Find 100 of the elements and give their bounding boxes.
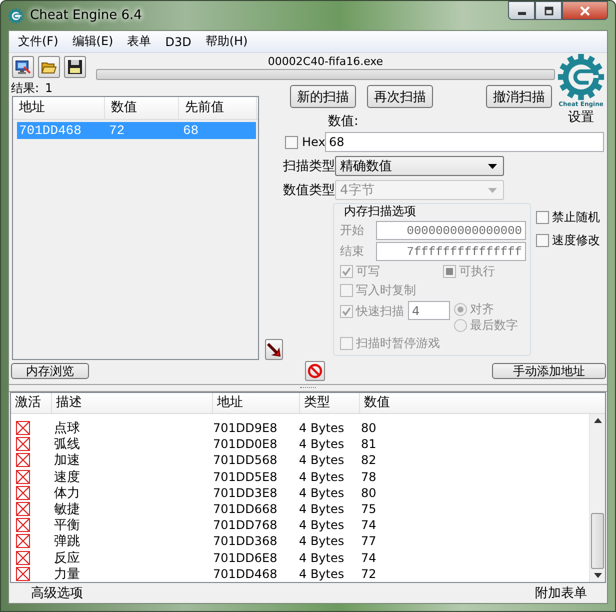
- start-label: 开始: [340, 222, 365, 239]
- active-checkbox[interactable]: [16, 502, 30, 516]
- close-button[interactable]: [562, 1, 608, 20]
- splitter-grip[interactable]: [300, 386, 316, 390]
- checkbox[interactable]: [536, 211, 549, 224]
- table-extras-link[interactable]: 附加表单: [535, 584, 587, 602]
- hex-label: Hex: [302, 135, 326, 149]
- table-cell-text: 点球: [53, 420, 81, 437]
- table-cell-text: 4 Bytes: [298, 437, 346, 452]
- value-label: 数值:: [328, 114, 358, 130]
- table-cell-text: 体力: [53, 484, 81, 502]
- next-scan-button[interactable]: 再次扫描: [367, 85, 433, 108]
- checkbox-label: 可执行: [459, 263, 495, 280]
- scrollbar[interactable]: [589, 414, 605, 582]
- process-button[interactable]: [12, 56, 34, 78]
- maximize-icon: [544, 6, 554, 16]
- group-title: 内存扫描选项: [342, 204, 418, 219]
- settings-link[interactable]: 设置: [566, 110, 596, 126]
- menu-item[interactable]: 帮助(H): [198, 33, 255, 50]
- column-header[interactable]: 先前值: [179, 97, 257, 119]
- table-cell-text: 701DD668: [212, 502, 278, 516]
- table-cell-text: 4 Bytes: [298, 534, 346, 548]
- table-cell-text: 力量: [53, 566, 81, 583]
- scrollbar-thumb[interactable]: [591, 513, 604, 569]
- active-checkbox[interactable]: [16, 470, 30, 484]
- table-cell-text: 74: [360, 550, 378, 565]
- table-cell-text: 701DD468: [212, 566, 278, 581]
- checkbox-label: 禁止随机: [552, 209, 600, 226]
- table-cell-text: 4 Bytes: [298, 550, 346, 565]
- table-cell-text: 72: [360, 566, 378, 581]
- scan-type-label: 扫描类型: [283, 158, 333, 175]
- table-cell-text: 弹跳: [53, 533, 81, 550]
- end-label: 结束: [340, 243, 365, 260]
- stop-button[interactable]: [305, 361, 325, 381]
- column-header[interactable]: 描述: [52, 393, 213, 413]
- table-cell-text: 4 Bytes: [298, 421, 346, 436]
- checkbox[interactable]: [536, 234, 549, 247]
- radio-label: 对齐: [470, 300, 494, 318]
- table-cell-text: 速度: [53, 468, 81, 486]
- checkbox-label: 可写: [356, 263, 380, 280]
- gear-logo-icon[interactable]: [557, 53, 605, 101]
- computer-icon: [15, 59, 31, 75]
- open-button[interactable]: [38, 56, 60, 78]
- active-checkbox[interactable]: [16, 453, 30, 468]
- no-entry-icon: [307, 363, 323, 379]
- table-cell-text: 4 Bytes: [298, 486, 346, 500]
- table-cell-text: 81: [360, 437, 378, 452]
- menu-item[interactable]: 文件(F): [11, 33, 66, 50]
- table-cell-text: 75: [360, 502, 378, 516]
- menu-item[interactable]: 编辑(E): [65, 33, 120, 50]
- table-cell-text: 701DD0E8: [212, 437, 278, 452]
- results-count: 1: [45, 81, 53, 96]
- active-checkbox[interactable]: [16, 421, 30, 436]
- checkbox[interactable]: [285, 136, 298, 148]
- table-cell-text: 701DD368: [212, 534, 278, 548]
- table-cell-text: 反应: [53, 550, 81, 567]
- column-header[interactable]: 地址: [13, 97, 105, 119]
- table-cell-text: 80: [360, 486, 378, 500]
- menu-item[interactable]: D3D: [158, 34, 198, 48]
- active-checkbox[interactable]: [16, 550, 30, 565]
- memory-view-button[interactable]: 内存浏览: [11, 363, 89, 379]
- table-cell-text: 78: [360, 470, 378, 484]
- menu-item[interactable]: 表单: [120, 33, 158, 50]
- active-checkbox[interactable]: [16, 486, 30, 500]
- minimize-button[interactable]: [508, 1, 535, 20]
- maximize-button[interactable]: [535, 1, 562, 20]
- table-cell-text: 80: [360, 421, 378, 436]
- checkbox-label: 快速扫描: [356, 302, 404, 320]
- close-icon: [579, 6, 591, 16]
- table-cell-text: 4 Bytes: [298, 502, 346, 516]
- value-field[interactable]: 68: [325, 132, 604, 152]
- active-checkbox[interactable]: [16, 534, 30, 548]
- column-header[interactable]: 数值: [360, 393, 420, 413]
- table-cell-text: 77: [360, 534, 378, 548]
- column-header[interactable]: 激活: [11, 393, 52, 413]
- table-cell-text: 平衡: [53, 517, 81, 534]
- active-checkbox[interactable]: [16, 518, 30, 532]
- table-cell-text: 4 Bytes: [298, 453, 346, 468]
- dropdown-caret-icon: [488, 164, 497, 168]
- advanced-options-link[interactable]: 高级选项: [31, 584, 83, 602]
- active-checkbox[interactable]: [16, 437, 30, 452]
- radio-label: 最后数字: [470, 316, 518, 334]
- table-cell-text: 701DD568: [212, 453, 278, 468]
- column-header[interactable]: 地址: [213, 393, 300, 413]
- scroll-down-icon[interactable]: [594, 573, 602, 578]
- column-header[interactable]: 类型: [300, 393, 360, 413]
- undo-scan-button[interactable]: 撤消扫描: [486, 85, 552, 108]
- minimize-icon: [518, 12, 526, 14]
- add-to-list-button[interactable]: [265, 339, 283, 360]
- scan-type-dropdown[interactable]: 精确数值: [335, 156, 504, 176]
- checkbox-label: 写入时复制: [356, 282, 416, 299]
- save-button[interactable]: [64, 56, 86, 78]
- table-cell-text: 弧线: [53, 436, 81, 453]
- scroll-up-icon[interactable]: [594, 418, 602, 423]
- active-checkbox[interactable]: [16, 566, 30, 581]
- new-scan-button[interactable]: 新的扫描: [290, 85, 356, 108]
- table-cell-text: 701DD9E8: [212, 421, 278, 436]
- add-address-button[interactable]: 手动添加地址: [492, 363, 606, 379]
- table-cell-text: 4 Bytes: [298, 518, 346, 532]
- column-header[interactable]: 数值: [105, 97, 179, 119]
